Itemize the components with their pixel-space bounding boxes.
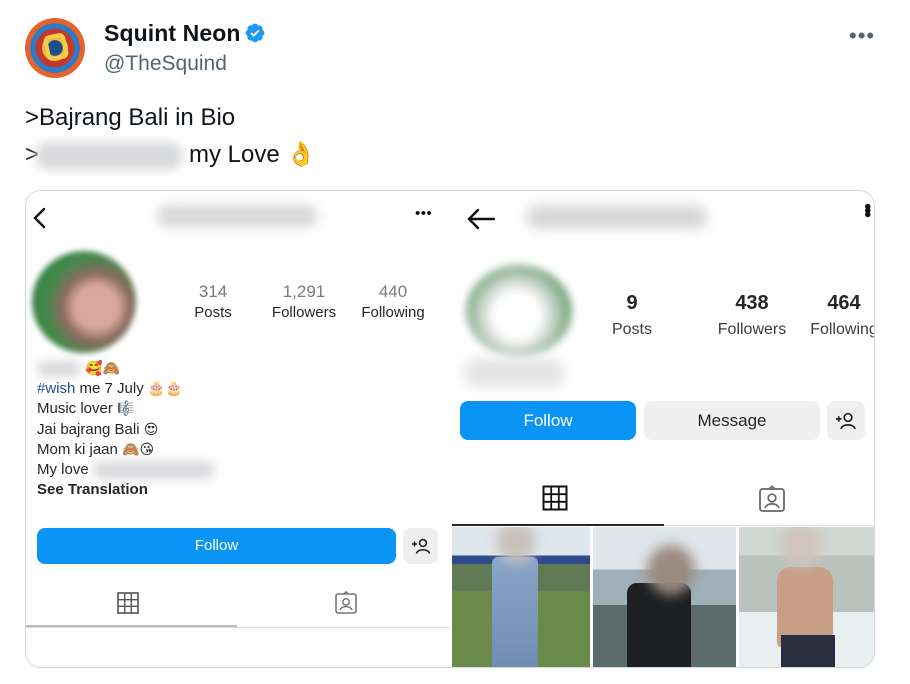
profile-avatar-blurred[interactable] xyxy=(466,265,572,357)
stat-following-value: 464 xyxy=(827,292,861,314)
tweet-line2-suffix: my Love xyxy=(189,141,280,168)
stat-followers[interactable]: 1,291 Followers xyxy=(264,282,344,321)
bio-name-blur xyxy=(37,361,81,378)
username-blur xyxy=(526,205,708,229)
see-translation-link[interactable]: See Translation xyxy=(37,480,215,500)
bio-emoji: 🙈😘 xyxy=(122,441,155,458)
add-person-icon xyxy=(836,412,856,429)
bio-line-3: Music lover xyxy=(37,400,118,418)
tagged-tab-icon[interactable] xyxy=(334,591,358,615)
tweet-text-line-1: >Bajrang Bali in Bio xyxy=(25,104,236,131)
author-avatar[interactable] xyxy=(25,18,85,78)
more-options-vertical-icon[interactable]: ••• xyxy=(856,203,874,215)
verified-badge-icon xyxy=(245,23,265,43)
grid-tab-icon[interactable] xyxy=(117,592,139,614)
stat-posts[interactable]: 9 Posts xyxy=(600,292,664,339)
profile-bio: 🥰🙈 #wish me 7 July 🎂🎂 Music lover 🎼 Jai … xyxy=(37,359,215,500)
bio-line-2: me 7 July xyxy=(75,380,148,398)
follow-button[interactable]: Follow xyxy=(37,528,396,564)
stat-posts-label: Posts xyxy=(194,304,232,321)
bio-emoji: 🥰🙈 xyxy=(85,361,121,377)
left-profile-screenshot[interactable]: ••• 314 Posts 1,291 Followers 440 Follow… xyxy=(26,191,450,667)
more-options-icon[interactable]: ••• xyxy=(849,23,875,49)
tweet-media-card[interactable]: ••• 314 Posts 1,291 Followers 440 Follow… xyxy=(25,190,875,668)
bio-line-5: Mom ki jaan xyxy=(37,440,123,458)
grid-tab-icon[interactable] xyxy=(542,485,568,511)
message-button[interactable]: Message xyxy=(644,401,820,440)
follow-button[interactable]: Follow xyxy=(460,401,636,440)
back-chevron-icon[interactable] xyxy=(32,207,48,229)
post-thumbnail[interactable] xyxy=(593,527,736,667)
stat-followers-label: Followers xyxy=(271,304,337,321)
suggested-users-button[interactable] xyxy=(827,401,865,440)
active-tab-indicator xyxy=(26,625,237,627)
post-figure-shorts xyxy=(781,635,835,667)
post-thumbnail[interactable] xyxy=(452,527,590,667)
author-display-name[interactable]: Squint Neon xyxy=(104,20,241,47)
face-blur xyxy=(647,545,695,595)
stat-following-label: Following xyxy=(361,304,425,321)
stat-posts-value: 314 xyxy=(198,282,228,301)
display-name-blur xyxy=(464,359,564,387)
bio-emoji: 🎼 xyxy=(117,401,135,418)
author-handle[interactable]: @TheSquind xyxy=(104,52,227,76)
stat-following[interactable]: 440 Following xyxy=(352,282,434,321)
tab-divider xyxy=(26,627,450,628)
stat-posts-value: 9 xyxy=(626,292,638,314)
stat-followers-value: 1,291 xyxy=(282,282,326,301)
post-thumbnail[interactable] xyxy=(739,527,874,667)
tweet-text-line-2: > my Love 👌 xyxy=(25,140,316,170)
profile-avatar-blurred[interactable] xyxy=(32,251,136,353)
post-figure xyxy=(627,583,691,667)
ok-hand-emoji: 👌 xyxy=(286,140,317,168)
suggested-users-button[interactable] xyxy=(403,528,438,564)
stat-following-value: 440 xyxy=(378,282,408,301)
more-options-icon[interactable]: ••• xyxy=(415,205,432,222)
stat-following-label: Following xyxy=(810,321,875,338)
stat-posts[interactable]: 314 Posts xyxy=(183,282,243,321)
stat-followers-label: Followers xyxy=(717,321,787,338)
post-figure xyxy=(492,557,538,667)
bio-emoji: 🎂🎂 xyxy=(147,381,183,398)
face-blur xyxy=(779,527,823,567)
right-profile-screenshot[interactable]: ••• 9 Posts 438 Followers 464 Following … xyxy=(452,191,875,667)
stat-posts-label: Posts xyxy=(611,321,652,338)
bio-hashtag-link[interactable]: #wish xyxy=(37,380,75,397)
bio-line-4: Jai bajrang Bali xyxy=(37,420,144,438)
stat-followers-value: 438 xyxy=(735,292,769,314)
tagged-tab-icon[interactable] xyxy=(758,485,786,513)
add-person-icon xyxy=(411,538,430,554)
bio-emoji: 😍 xyxy=(143,421,159,438)
stat-followers[interactable]: 438 Followers xyxy=(708,292,796,339)
username-blur xyxy=(156,205,318,227)
bio-love-name-blur xyxy=(92,461,215,480)
stat-following[interactable]: 464 Following xyxy=(801,292,875,339)
bio-line-6: My love xyxy=(37,461,89,479)
censored-name-blur xyxy=(35,141,184,170)
active-tab-indicator xyxy=(452,524,664,526)
back-arrow-icon[interactable] xyxy=(466,208,496,230)
